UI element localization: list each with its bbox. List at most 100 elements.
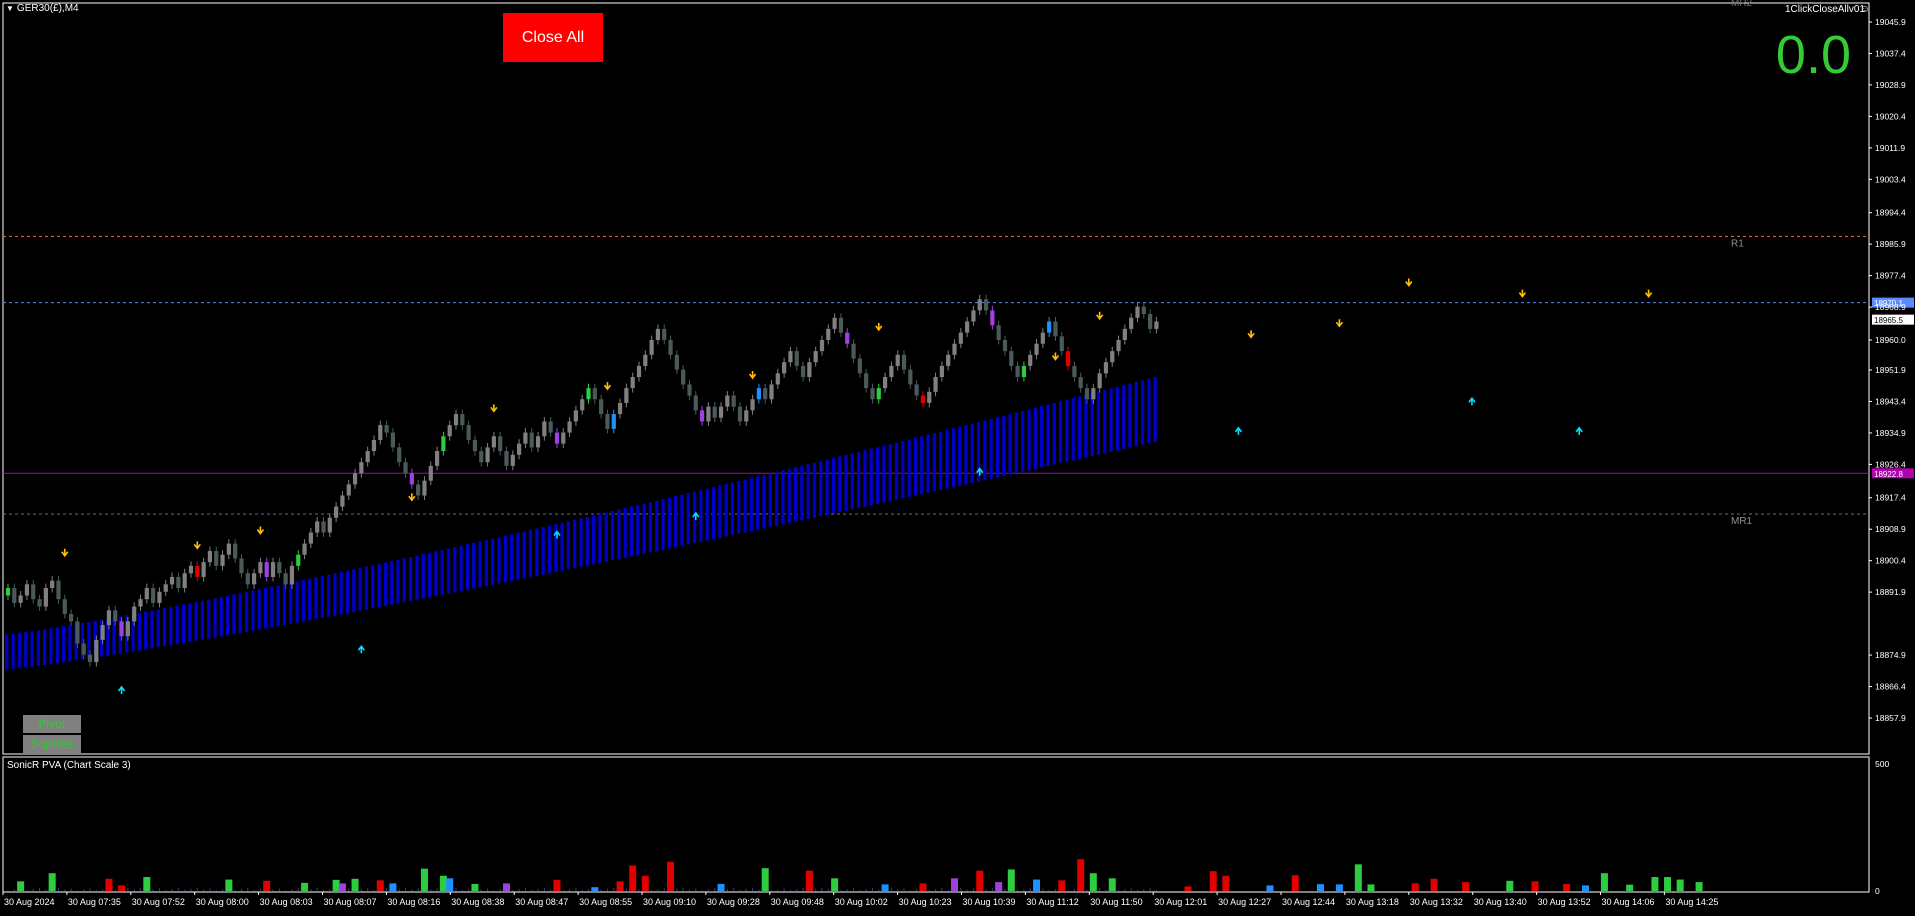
volume-bar xyxy=(717,883,725,891)
volume-bar-minor xyxy=(253,889,255,891)
close-all-button[interactable]: Close All xyxy=(503,13,603,62)
band-segment xyxy=(806,464,810,519)
down-arrow-icon xyxy=(1405,278,1413,287)
band-segment xyxy=(55,627,59,664)
candle xyxy=(409,473,414,485)
band-segment xyxy=(661,499,665,550)
candle xyxy=(851,343,856,359)
candle xyxy=(296,554,301,566)
x-tick-label: 30 Aug 13:40 xyxy=(1474,897,1527,907)
band-segment xyxy=(768,473,772,528)
band-segment xyxy=(623,508,627,558)
band-segment xyxy=(667,497,671,549)
volume-bar xyxy=(641,875,649,891)
candle xyxy=(1053,321,1058,337)
band-segment xyxy=(560,522,564,571)
x-tick-label: 30 Aug 08:16 xyxy=(387,897,440,907)
volume-bar xyxy=(1058,880,1066,891)
candle xyxy=(251,573,257,585)
volume-bar xyxy=(919,883,927,891)
candle xyxy=(498,436,503,452)
volume-bar-minor xyxy=(487,888,489,891)
candle xyxy=(567,421,572,433)
band-segment xyxy=(219,596,223,637)
volume-bar xyxy=(1222,875,1230,891)
x-tick-label: 30 Aug 13:52 xyxy=(1538,897,1591,907)
chart-window[interactable]: R1 18970.1 18922.8 MR1 MR2 18965.5 19045.9 1903… xyxy=(0,0,1915,911)
candle xyxy=(12,588,17,603)
band-segment xyxy=(491,538,495,585)
volume-bar xyxy=(976,870,984,891)
volume-bar-minor xyxy=(613,887,615,891)
y-tick-label: 19037.4 xyxy=(1875,48,1906,58)
candle xyxy=(889,365,894,378)
x-tick-label: 30 Aug 07:52 xyxy=(132,897,185,907)
band-segment xyxy=(636,505,640,556)
candle xyxy=(895,354,900,366)
volume-bar-minor xyxy=(701,890,703,891)
volume-bar-minor xyxy=(1054,889,1056,891)
candle xyxy=(113,610,118,622)
volume-bar-minor xyxy=(985,889,987,891)
volume-bar-minor xyxy=(745,888,747,891)
band-segment xyxy=(427,552,432,598)
volume-bar xyxy=(1664,877,1672,891)
band-segment xyxy=(831,458,836,514)
volume-bar xyxy=(1291,875,1299,891)
candle xyxy=(277,562,282,574)
band-segment xyxy=(232,594,236,635)
price-chart[interactable]: R118970.118922.8MR1MR218965.519045.91903… xyxy=(0,0,1915,911)
y-tick-label: 18866.4 xyxy=(1875,682,1906,692)
volume-bar-minor xyxy=(297,888,299,891)
band-segment xyxy=(1141,380,1145,445)
y-tick-label: 18960.0 xyxy=(1875,335,1906,345)
candle xyxy=(1122,328,1127,341)
sub-pane-frame xyxy=(2,756,1870,893)
band-segment xyxy=(327,574,331,617)
band-segment xyxy=(263,587,268,629)
band-segment xyxy=(17,632,22,669)
band-segment xyxy=(453,547,457,593)
down-arrow-icon xyxy=(875,322,883,332)
volume-bar-minor xyxy=(1073,888,1075,891)
candle xyxy=(24,584,30,596)
volume-bar-minor xyxy=(348,888,350,891)
volume-bar-minor xyxy=(682,887,684,891)
candle xyxy=(794,351,799,366)
band-segment xyxy=(244,591,249,632)
candle xyxy=(655,328,661,341)
volume-bar-minor xyxy=(890,887,892,891)
volume-bar-minor xyxy=(777,889,779,891)
band-segment xyxy=(270,586,274,628)
band-segment xyxy=(364,566,369,610)
candle xyxy=(460,414,465,426)
y-tick-label: 19045.9 xyxy=(1875,17,1906,27)
candle xyxy=(1015,365,1020,378)
volume-bar xyxy=(1695,882,1703,891)
band-segment xyxy=(756,476,760,530)
candle xyxy=(908,369,913,385)
candle xyxy=(365,451,370,463)
volume-bar-minor xyxy=(386,887,388,891)
volume-bar-minor xyxy=(714,888,716,891)
candle xyxy=(712,406,717,418)
candle xyxy=(226,543,231,555)
x-tick-label: 30 Aug 09:10 xyxy=(643,897,696,907)
band-segment xyxy=(409,556,413,602)
candle xyxy=(359,462,364,474)
volume-bar xyxy=(301,882,309,891)
candle xyxy=(756,388,761,400)
band-segment xyxy=(1027,409,1031,471)
menu-triangle-icon[interactable]: ▼ xyxy=(6,4,14,13)
supres-button[interactable]: SupRes xyxy=(23,735,81,753)
candle xyxy=(5,588,11,596)
band-segment xyxy=(781,470,785,525)
candle xyxy=(201,562,206,577)
band-segment xyxy=(345,570,350,614)
y-tick-label: 18926.4 xyxy=(1875,459,1906,469)
band-segment xyxy=(446,548,451,594)
candle xyxy=(1154,321,1159,329)
pivot-button[interactable]: Pivot xyxy=(23,715,81,733)
volume-bar-minor xyxy=(272,889,274,891)
candle xyxy=(731,395,736,407)
